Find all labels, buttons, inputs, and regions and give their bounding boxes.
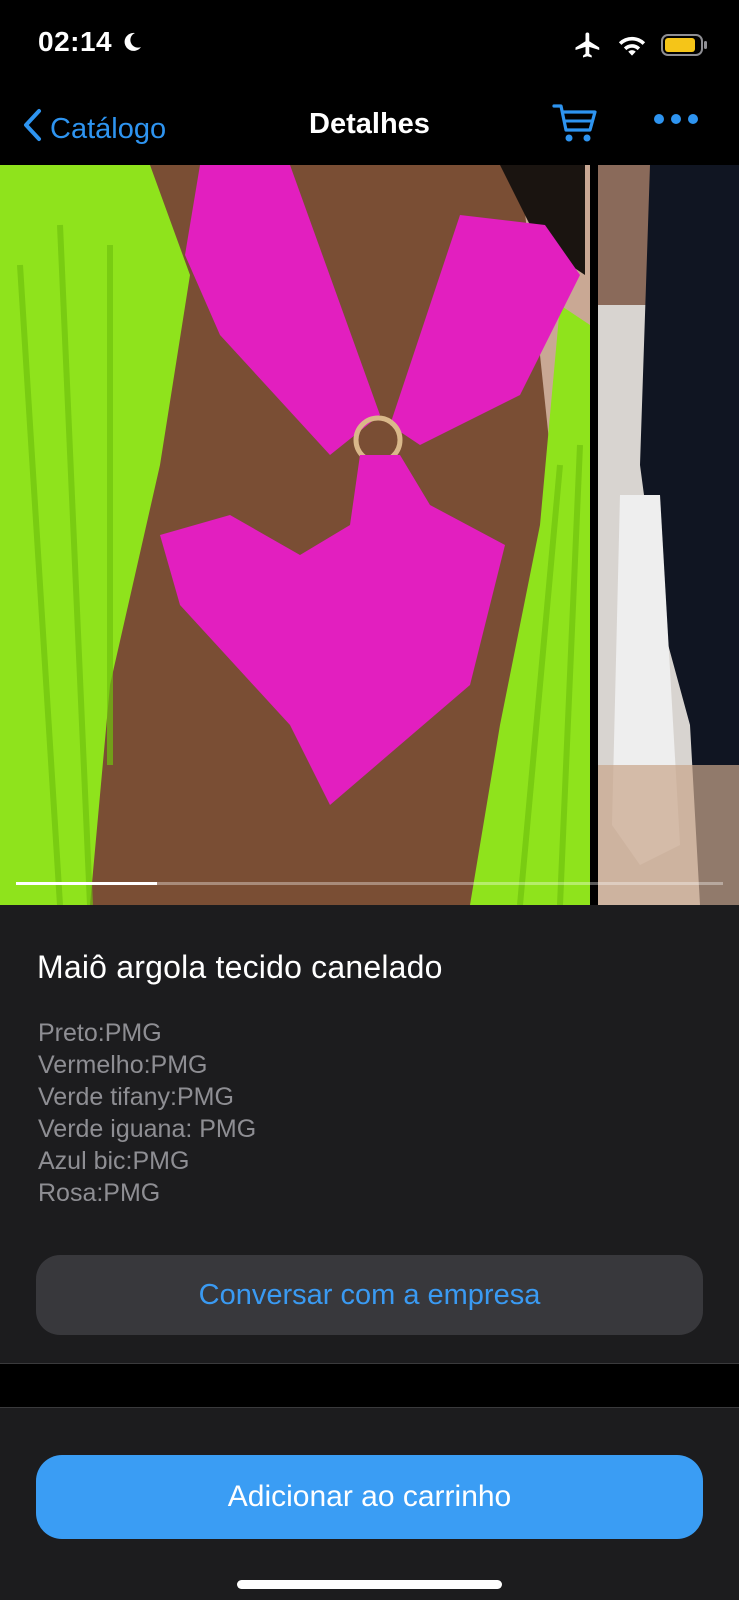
ellipsis-icon xyxy=(652,113,700,130)
product-description: Preto:PMG Vermelho:PMG Verde tifany:PMG … xyxy=(38,1017,256,1209)
description-line: Verde tifany:PMG xyxy=(38,1083,234,1111)
battery-icon xyxy=(661,33,709,62)
chat-with-company-button[interactable]: Conversar com a empresa xyxy=(36,1255,703,1335)
back-button[interactable]: Catálogo xyxy=(22,108,166,150)
airplane-icon xyxy=(573,30,603,65)
status-time: 02:14 xyxy=(38,26,113,57)
cart-icon xyxy=(552,104,598,148)
add-to-cart-button[interactable]: Adicionar ao carrinho xyxy=(36,1455,703,1539)
home-indicator[interactable] xyxy=(237,1580,502,1589)
wifi-icon xyxy=(617,32,647,63)
status-bar: 02:14 xyxy=(0,0,739,90)
product-title: Maiô argola tecido canelado xyxy=(37,949,443,985)
page-indicator-fill xyxy=(16,882,158,885)
moon-icon xyxy=(120,30,144,59)
more-options-button[interactable] xyxy=(652,112,700,131)
status-icons xyxy=(573,30,709,65)
product-photo xyxy=(0,165,739,905)
bottom-action-bar: Adicionar ao carrinho xyxy=(0,1407,739,1600)
carousel-page-indicator xyxy=(16,882,723,885)
nav-bar: Catálogo Detalhes xyxy=(0,90,739,165)
description-line: Preto:PMG xyxy=(38,1019,162,1047)
description-line: Rosa:PMG xyxy=(38,1179,161,1207)
chevron-left-icon xyxy=(22,108,42,150)
description-line: Vermelho:PMG xyxy=(38,1051,208,1079)
description-line: Verde iguana: PMG xyxy=(38,1115,257,1143)
description-line: Azul bic:PMG xyxy=(38,1147,190,1175)
product-info-panel: Maiô argola tecido canelado Preto:PMG Ve… xyxy=(0,905,739,1363)
section-separator xyxy=(0,1363,739,1407)
back-label: Catálogo xyxy=(50,112,167,145)
cart-button[interactable] xyxy=(552,102,598,149)
product-image-carousel[interactable] xyxy=(0,165,739,905)
